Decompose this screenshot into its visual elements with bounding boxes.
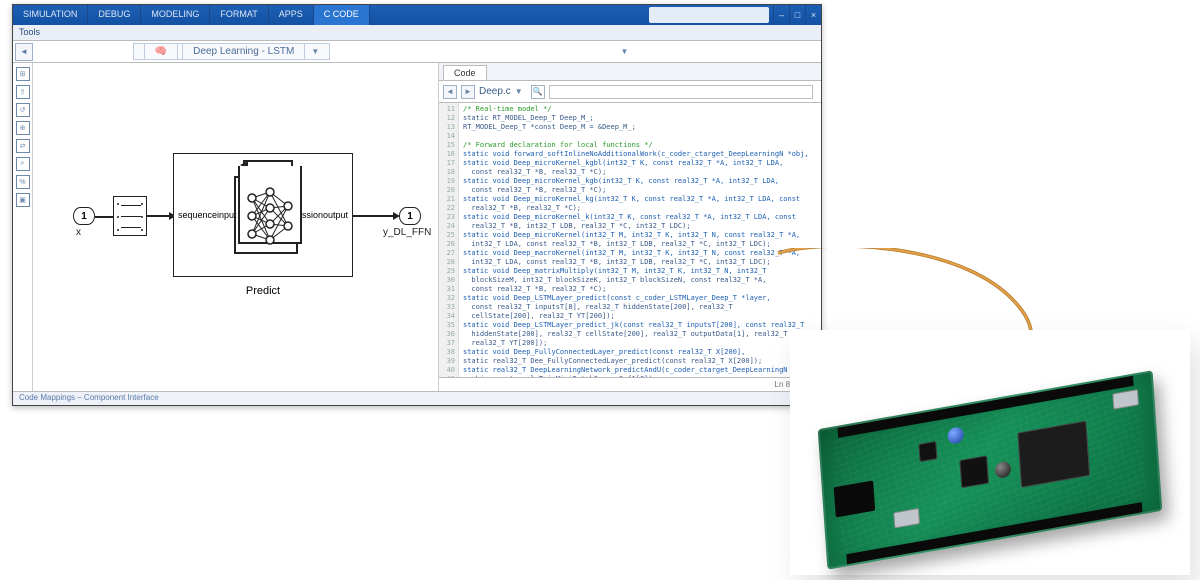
dropdown-icon[interactable]: ▼: [621, 47, 629, 56]
tab-apps[interactable]: APPS: [269, 5, 314, 25]
neural-net-icon: [244, 184, 296, 248]
simulink-window: SIMULATION DEBUG MODELING FORMAT APPS C …: [12, 4, 822, 406]
nav-fwd-icon[interactable]: ►: [461, 85, 475, 99]
palette-strip: ⊞ ⇪ ↺ ⊕ ⇄ ⌕ % ▣: [13, 63, 33, 391]
palette-icon[interactable]: ⊞: [16, 67, 30, 81]
toolstrip-spacer: [370, 5, 645, 25]
search-icon[interactable]: 🔍: [531, 85, 545, 99]
predict-block[interactable]: sequenceinput regressionoutput: [173, 153, 353, 277]
model-bar-right: ▼: [428, 47, 821, 56]
code-search-input[interactable]: [549, 85, 813, 99]
tab-modeling[interactable]: MODELING: [141, 5, 210, 25]
file-crumb[interactable]: Deep.c: [479, 86, 511, 97]
support-chip: [918, 441, 937, 462]
toolstrip: SIMULATION DEBUG MODELING FORMAT APPS C …: [13, 5, 821, 25]
status-bar: Code Mappings – Component Interface ⋰: [13, 391, 821, 405]
code-header: ◄ ► Deep.c ▼ 🔍: [439, 81, 821, 103]
nav-back-icon[interactable]: ◄: [443, 85, 457, 99]
diagram-pane: ⊞ ⇪ ↺ ⊕ ⇄ ⌕ % ▣ 1 x: [13, 63, 439, 391]
palette-icon[interactable]: ↺: [16, 103, 30, 117]
palette-icon[interactable]: ⌕: [16, 157, 30, 171]
code-editor[interactable]: 11 12 13 14 15 16 17 18 19 20 21 22 23 2…: [439, 103, 821, 377]
predict-block-label: Predict: [173, 285, 353, 297]
board-photo-area: [790, 330, 1190, 575]
code-tab[interactable]: Code: [443, 65, 487, 80]
signal-wire: [353, 215, 397, 217]
code-pane: Code ◄ ► Deep.c ▼ 🔍 11 12 13 14 15 16 17…: [439, 63, 821, 391]
line-gutter: 11 12 13 14 15 16 17 18 19 20 21 22 23 2…: [439, 103, 459, 377]
support-chip: [959, 455, 989, 488]
window-body: ⊞ ⇪ ↺ ⊕ ⇄ ⌕ % ▣ 1 x: [13, 63, 821, 391]
inport-label: x: [76, 227, 81, 238]
diagram-canvas[interactable]: 1 x: [33, 63, 438, 391]
code-footer: Ln 87 C 1: [439, 377, 821, 391]
palette-icon[interactable]: ▣: [16, 193, 30, 207]
predict-input-label: sequenceinput: [178, 210, 237, 220]
tab-simulation[interactable]: SIMULATION: [13, 5, 88, 25]
code-body[interactable]: /* Real-time model */ static RT_MODEL_De…: [459, 103, 821, 377]
nav-back-icon[interactable]: ◄: [15, 43, 33, 61]
multiport-switch-block[interactable]: [113, 196, 147, 236]
outport-label: y_DL_FFN: [383, 227, 431, 238]
tab-debug[interactable]: DEBUG: [88, 5, 141, 25]
palette-icon[interactable]: ⇄: [16, 139, 30, 153]
stm32-discovery-board: [818, 370, 1163, 569]
status-text: Code Mappings – Component Interface: [19, 393, 159, 402]
outport-block[interactable]: 1: [399, 207, 421, 225]
model-tab[interactable]: 🧠Deep Learning - LSTM: [35, 43, 428, 60]
model-name[interactable]: 🧠Deep Learning - LSTM: [133, 43, 331, 60]
tools-label: Tools: [19, 27, 40, 37]
crumb-chevron-icon: ▼: [515, 87, 523, 96]
palette-icon[interactable]: %: [16, 175, 30, 189]
tools-row: Tools: [13, 25, 821, 41]
minimize-button[interactable]: –: [773, 5, 789, 25]
tab-c-code[interactable]: C CODE: [314, 5, 370, 25]
palette-icon[interactable]: ⇪: [16, 85, 30, 99]
close-button[interactable]: ×: [805, 5, 821, 25]
search-field[interactable]: [649, 7, 769, 23]
code-pane-tabbar: Code: [439, 63, 821, 81]
inport-block[interactable]: 1: [73, 207, 95, 225]
tab-format[interactable]: FORMAT: [210, 5, 268, 25]
model-bar: ◄ 🧠Deep Learning - LSTM ▼: [13, 41, 821, 63]
maximize-button[interactable]: □: [789, 5, 805, 25]
signal-wire: [95, 216, 113, 218]
palette-icon[interactable]: ⊕: [16, 121, 30, 135]
